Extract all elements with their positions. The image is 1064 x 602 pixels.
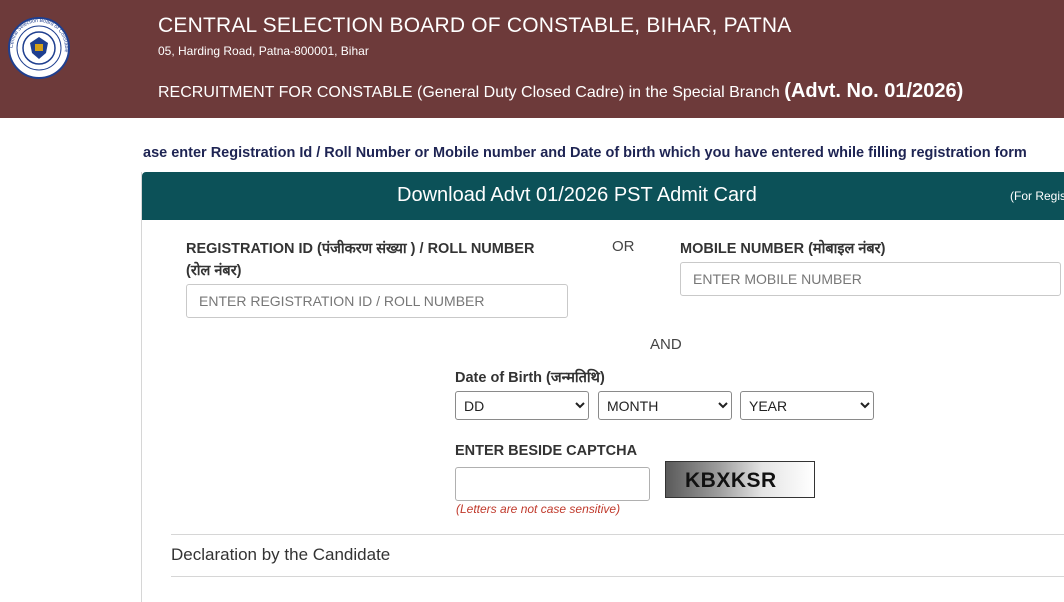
- form-header-note: (For Regis: [1010, 189, 1064, 203]
- form-header: Download Advt 01/2026 PST Admit Card (Fo…: [142, 172, 1064, 220]
- declaration-heading[interactable]: Declaration by the Candidate: [171, 545, 390, 565]
- form-title: Download Advt 01/2026 PST Admit Card: [397, 184, 757, 206]
- site-header: Central Selection Board of Constable CEN…: [0, 0, 1064, 118]
- board-address: 05, Harding Road, Patna-800001, Bihar: [158, 44, 369, 58]
- divider-top: [171, 534, 1064, 535]
- captcha-label: ENTER BESIDE CAPTCHA: [455, 443, 638, 459]
- dob-month-select[interactable]: MONTH: [598, 391, 732, 420]
- board-emblem-icon: Central Selection Board of Constable: [8, 17, 70, 79]
- admit-card-form: Download Advt 01/2026 PST Admit Card (Fo…: [141, 172, 1064, 602]
- recruitment-text: RECRUITMENT FOR CONSTABLE (General Duty …: [158, 84, 780, 101]
- or-separator: OR: [612, 238, 635, 255]
- mobile-input[interactable]: [680, 262, 1061, 296]
- registration-label-line1: REGISTRATION ID (पंजीकरण संख्या ) / ROLL…: [186, 241, 535, 257]
- captcha-image: KBXKSR: [665, 461, 815, 498]
- captcha-hint: (Letters are not case sensitive): [456, 502, 621, 516]
- recruitment-heading: RECRUITMENT FOR CONSTABLE (General Duty …: [158, 80, 963, 103]
- captcha-code: KBXKSR: [685, 469, 777, 492]
- captcha-input[interactable]: [455, 467, 650, 501]
- dob-label: Date of Birth (जन्मतिथि): [455, 370, 605, 386]
- registration-input[interactable]: [186, 284, 568, 318]
- board-title: CENTRAL SELECTION BOARD OF CONSTABLE, BI…: [158, 14, 792, 37]
- divider-bottom: [171, 576, 1064, 577]
- advt-number: (Advt. No. 01/2026): [784, 80, 964, 102]
- registration-label-line2: (रोल नंबर): [186, 263, 242, 279]
- and-separator: AND: [650, 336, 682, 353]
- instruction-marquee: ase enter Registration Id / Roll Number …: [143, 145, 1027, 161]
- mobile-label: MOBILE NUMBER (मोबाइल नंबर): [680, 241, 886, 257]
- dob-year-select[interactable]: YEAR: [740, 391, 874, 420]
- registration-label: REGISTRATION ID (पंजीकरण संख्या ) / ROLL…: [186, 238, 586, 282]
- dob-day-select[interactable]: DD: [455, 391, 589, 420]
